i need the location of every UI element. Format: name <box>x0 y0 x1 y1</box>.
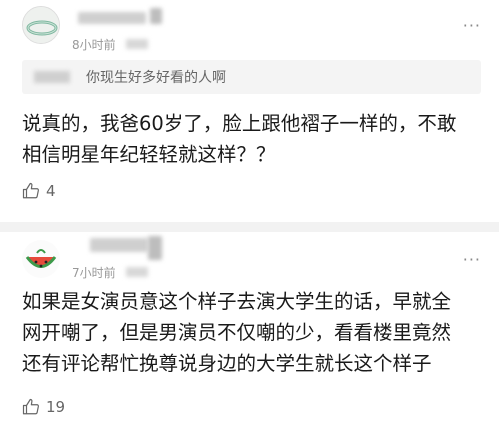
user-avatar[interactable] <box>22 6 60 44</box>
username[interactable] <box>78 12 146 24</box>
comment-line: 说真的，我爸60岁了，脸上跟他褶子一样的，不敢 <box>22 112 457 135</box>
username[interactable] <box>90 238 148 252</box>
comment-time: 8小时前 <box>72 38 116 52</box>
location-label <box>126 267 148 277</box>
location-label <box>126 39 148 49</box>
comment-time: 7小时前 <box>72 266 116 280</box>
user-badge <box>148 236 162 260</box>
comment-card: 8小时前 ··· 你现生好多好看的人啊 说真的，我爸60岁了，脸上跟他褶子一样的… <box>0 0 499 222</box>
like-button[interactable]: 4 <box>22 182 56 200</box>
user-avatar[interactable] <box>22 240 60 278</box>
quoted-reply[interactable]: 你现生好多好看的人啊 <box>22 60 481 94</box>
user-badge <box>150 8 162 24</box>
comment-body: 说真的，我爸60岁了，脸上跟他褶子一样的，不敢 相信明星年纪轻轻就这样？？ <box>22 108 484 170</box>
like-button[interactable]: 19 <box>22 398 65 416</box>
more-options-button[interactable]: ··· <box>463 16 481 35</box>
quoted-text: 你现生好多好看的人啊 <box>86 70 226 86</box>
like-count: 4 <box>46 182 56 200</box>
comment-line: 还有评论帮忙挽尊说身边的大学生就长这个样子 <box>22 352 432 375</box>
comment-line: 网开嘲了，但是男演员不仅嘲的少，看看楼里竟然 <box>22 321 452 344</box>
like-count: 19 <box>46 398 66 416</box>
comment-divider <box>0 222 499 232</box>
comment-body: 如果是女演员意这个样子去演大学生的话，早就全 网开嘲了，但是男演员不仅嘲的少，看… <box>22 286 484 379</box>
more-options-button[interactable]: ··· <box>463 250 481 269</box>
avatar-bracelet-icon <box>23 7 59 43</box>
thumbs-up-icon <box>22 398 39 415</box>
avatar-watermelon-icon <box>22 240 60 278</box>
thumbs-up-icon <box>22 182 39 199</box>
quoted-username <box>34 71 70 83</box>
comment-line: 如果是女演员意这个样子去演大学生的话，早就全 <box>22 290 452 313</box>
comment-line: 相信明星年纪轻轻就这样？？ <box>22 143 276 166</box>
